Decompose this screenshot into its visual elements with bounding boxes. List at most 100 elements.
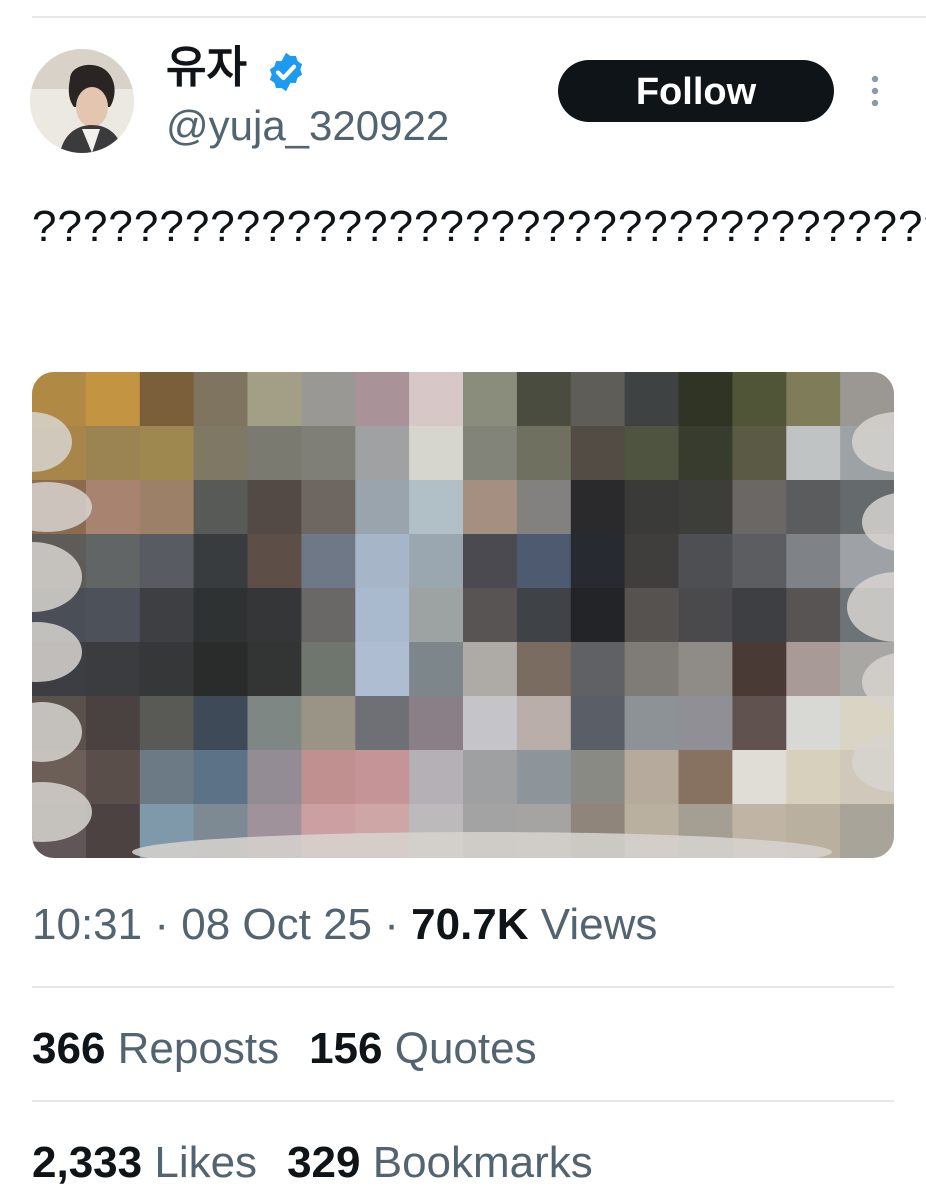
mosaic-tile [193,480,249,535]
mosaic-tile [301,588,356,643]
top-divider [32,16,926,18]
mosaic-tile [355,588,410,643]
mosaic-tile [516,642,572,697]
mosaic-tile [301,426,356,481]
mosaic-tile [570,696,626,751]
mosaic-tile [786,534,841,589]
likes-label: Likes [154,1138,258,1187]
mosaic-tile [139,588,195,643]
mosaic-tile [624,588,680,643]
mosaic-tile [786,588,841,643]
mosaic-tile [624,426,680,481]
mosaic-tile [624,372,680,427]
mosaic-tile [678,696,733,751]
mosaic-tile [193,588,249,643]
meta-separator: · [384,900,399,949]
mosaic-tile [786,480,841,535]
mosaic-tile [463,588,518,643]
tweet-date[interactable]: 08 Oct 25 [181,900,372,949]
mosaic-tile [409,642,464,697]
mosaic-tile [139,534,195,589]
mosaic-tile [463,534,518,589]
mosaic-tile [193,696,249,751]
tweet-media[interactable] [32,372,894,858]
mosaic-tile [678,372,733,427]
mosaic-tile [786,426,841,481]
mosaic-tile [732,642,787,697]
mosaic-tile [463,642,518,697]
mosaic-tile [570,480,626,535]
mosaic-tile [85,750,141,805]
mosaic-tile [732,480,787,535]
mosaic-tile [301,642,356,697]
verified-badge-icon [269,52,303,92]
mosaic-tile [139,642,195,697]
mosaic-tile [85,534,141,589]
mosaic-tile [463,696,518,751]
mosaic-tile [355,696,410,751]
mosaic-tile [193,642,249,697]
tweet-text: ???????????????????????????????????? [32,202,926,251]
mosaic-tile [516,750,572,805]
mosaic-tile [139,372,195,427]
user-handle[interactable]: @yuja_320922 [166,100,449,152]
mosaic-tile [247,480,302,535]
mosaic-tile [247,534,302,589]
likes-stat[interactable]: 2,333 Likes [32,1138,257,1187]
mosaic-tile [139,696,195,751]
reposts-label: Reposts [117,1024,280,1073]
mosaic-tile [516,696,572,751]
mosaic-tile [409,750,464,805]
mosaic-tile [301,372,356,427]
mosaic-tile [247,426,302,481]
mosaic-tile [301,480,356,535]
mosaic-tile [463,480,518,535]
mosaic-tile [732,426,787,481]
mosaic-tile [516,588,572,643]
mosaic-tile [624,750,680,805]
mosaic-tile [193,426,249,481]
avatar[interactable] [30,49,134,153]
mosaic-tile [678,426,733,481]
mosaic-tile [516,372,572,427]
mosaic-tile [570,750,626,805]
mosaic-tile [301,534,356,589]
mosaic-tile [301,750,356,805]
mosaic-tile [840,804,894,858]
divider [32,986,894,988]
mosaic-tile [463,426,518,481]
mosaic-tile [409,534,464,589]
reposts-stat[interactable]: 366 Reposts [32,1024,279,1073]
display-name[interactable]: 유자 [166,42,247,94]
more-vertical-icon[interactable] [864,74,886,108]
bookmarks-count: 329 [287,1138,361,1187]
mosaic-tile [409,480,464,535]
mosaic-tile [786,642,841,697]
mosaic-tile [516,480,572,535]
follow-button[interactable]: Follow [558,60,834,122]
mosaic-tile [355,372,410,427]
mosaic-tile [247,696,302,751]
mosaic-tile [786,372,841,427]
mosaic-tile [139,426,195,481]
mosaic-tile [732,372,787,427]
mosaic-tile [247,750,302,805]
mosaic-tile [570,588,626,643]
quotes-stat[interactable]: 156 Quotes [309,1024,537,1073]
mosaic-tile [732,750,787,805]
tweet-time[interactable]: 10:31 [32,900,142,949]
mosaic-tile [786,696,841,751]
mosaic-tile [139,750,195,805]
views-label: Views [540,900,658,949]
stats-row-shares: 366 Reposts 156 Quotes [32,1020,567,1078]
mosaic-tile [516,426,572,481]
mosaic-tile [786,750,841,805]
mosaic-tile [247,588,302,643]
stats-row-likes: 2,333 Likes 329 Bookmarks [32,1134,623,1192]
bookmarks-label: Bookmarks [372,1138,593,1187]
mosaic-tile [678,642,733,697]
mosaic-tile [463,750,518,805]
bookmarks-stat[interactable]: 329 Bookmarks [287,1138,593,1187]
mosaic-tile [85,426,141,481]
mosaic-tile [247,372,302,427]
